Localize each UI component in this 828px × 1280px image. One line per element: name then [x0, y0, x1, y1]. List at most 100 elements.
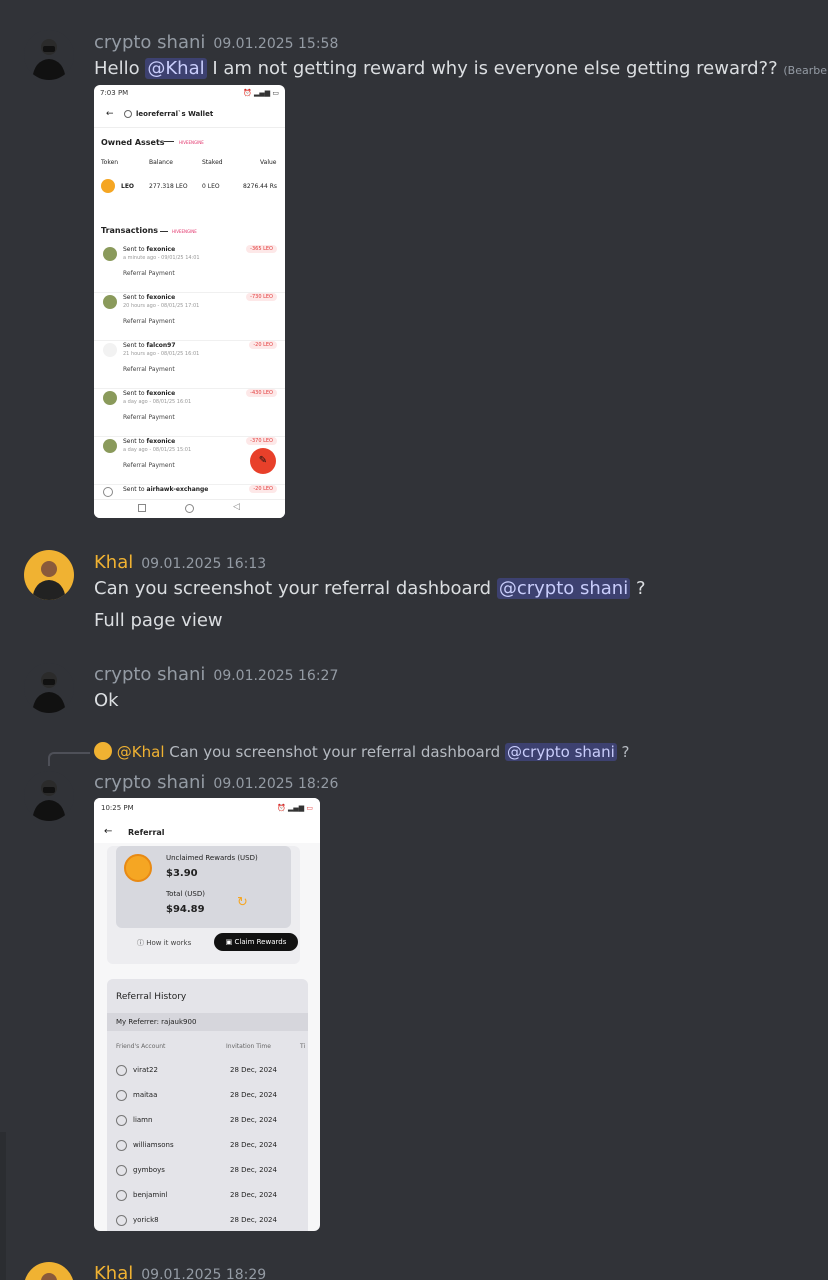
user-mention[interactable]: @crypto shani [504, 743, 617, 761]
asset-balance: 277.318 LEO [149, 183, 188, 190]
user-avatar [103, 247, 117, 261]
text-after: ? [630, 578, 646, 599]
avatar-khal[interactable] [24, 550, 74, 600]
message-text: Can you screenshot your referral dashboa… [94, 577, 646, 601]
author-name[interactable]: crypto shani 09.01.2025 15:58 [94, 32, 338, 55]
refresh-icon[interactable]: ↻ [237, 895, 248, 910]
tx-memo: Referral Payment [123, 270, 175, 277]
author-label[interactable]: Khal [94, 552, 133, 573]
status-time: 7:03 PM [100, 89, 129, 97]
tx-amount-badge: -430 LEO [246, 389, 277, 397]
author-name[interactable]: crypto shani 09.01.2025 18:26 [94, 772, 338, 795]
unclaimed-label: Unclaimed Rewards (USD) [166, 854, 258, 862]
friend-name: liamn [133, 1116, 153, 1124]
reply-preview[interactable]: @Khal Can you screenshot your referral d… [94, 742, 630, 762]
tx-row[interactable]: Sent to fexonice a day ago - 08/01/25 16… [94, 389, 285, 437]
user-icon [116, 1090, 127, 1101]
tx-to: Sent to fexonice [123, 438, 176, 445]
tx-row[interactable]: Sent to fexonice 20 hours ago - 08/01/25… [94, 293, 285, 341]
wallet-title: leoreferral`s Wallet [136, 110, 214, 118]
tx-row[interactable]: Sent to airhawk-exchange -20 LEO [94, 485, 285, 499]
invite-date: 28 Dec, 2024 [230, 1191, 277, 1199]
how-it-works-button[interactable]: ⓘ How it works [137, 938, 191, 948]
friend-name: gymboys [133, 1166, 165, 1174]
timestamp: 09.01.2025 18:26 [213, 776, 339, 792]
android-nav-bar: ◁ [94, 499, 285, 518]
referral-row[interactable]: liamn 28 Dec, 2024 [107, 1113, 308, 1131]
friend-name: maitaa [133, 1091, 158, 1099]
timestamp: 09.01.2025 16:27 [213, 668, 339, 684]
col-balance: Balance [149, 159, 173, 166]
author-name[interactable]: Khal 09.01.2025 16:13 [94, 552, 266, 575]
user-icon [116, 1140, 127, 1151]
status-time: 10:25 PM [101, 804, 134, 812]
user-avatar [103, 487, 113, 497]
profile-icon [124, 110, 132, 118]
user-mention[interactable]: @Khal [145, 58, 207, 79]
user-avatar [103, 391, 117, 405]
user-icon [116, 1115, 127, 1126]
unclaimed-value: $3.90 [166, 868, 198, 879]
tx-to: Sent to airhawk-exchange [123, 486, 209, 493]
tx-row[interactable]: Sent to falcon97 21 hours ago - 08/01/25… [94, 341, 285, 389]
tx-memo: Referral Payment [123, 462, 175, 469]
tx-memo: Referral Payment [123, 366, 175, 373]
recents-icon[interactable] [138, 504, 146, 512]
user-icon [116, 1190, 127, 1201]
reply-author[interactable]: @Khal [117, 743, 165, 761]
hive-engine-logo: HIVEENGINE [172, 229, 197, 234]
message-text: Full page view [94, 610, 223, 631]
claim-rewards-button[interactable]: ▣ Claim Rewards [214, 933, 298, 951]
referral-row[interactable]: benjaminl 28 Dec, 2024 [107, 1188, 308, 1206]
author-name[interactable]: crypto shani 09.01.2025 16:27 [94, 664, 338, 687]
text-before: Can you screenshot your referral dashboa… [94, 578, 497, 599]
avatar-crypto-shani[interactable] [24, 30, 74, 80]
invite-date: 28 Dec, 2024 [230, 1091, 277, 1099]
tx-to: Sent to fexonice [123, 294, 176, 301]
referral-row[interactable]: virat22 28 Dec, 2024 [107, 1063, 308, 1081]
asset-staked: 0 LEO [202, 183, 220, 190]
col-value: Value [260, 159, 277, 166]
user-icon [116, 1165, 127, 1176]
author-label[interactable]: crypto shani [94, 772, 205, 793]
author-label[interactable]: crypto shani [94, 664, 205, 685]
friend-name: benjaminl [133, 1191, 168, 1199]
reply-avatar [94, 742, 112, 760]
message-text: Hello @Khal I am not getting reward why … [94, 57, 828, 83]
avatar-crypto-shani[interactable] [24, 771, 74, 821]
referral-row[interactable]: williamsons 28 Dec, 2024 [107, 1138, 308, 1156]
hive-engine-logo: HIVEENGINE [179, 140, 204, 145]
tx-row[interactable]: Sent to fexonice a minute ago - 09/01/25… [94, 245, 285, 293]
help-icon: ⓘ [137, 939, 144, 947]
avatar-khal[interactable] [24, 1262, 74, 1280]
tx-when: 20 hours ago - 08/01/25 17:01 [123, 303, 200, 309]
author-label[interactable]: crypto shani [94, 32, 205, 53]
tx-memo: Referral Payment [123, 414, 175, 421]
back-arrow-icon[interactable]: ← [104, 826, 112, 837]
dash [164, 141, 174, 142]
tx-to: Sent to falcon97 [123, 342, 176, 349]
author-name[interactable]: Khal 09.01.2025 18:29 [94, 1263, 266, 1280]
author-label[interactable]: Khal [94, 1263, 133, 1280]
tx-amount-badge: -730 LEO [246, 293, 277, 301]
tx-amount-badge: -20 LEO [249, 341, 277, 349]
pencil-icon: ✎ [258, 455, 268, 466]
back-icon[interactable]: ◁ [233, 502, 240, 512]
text-before: Hello [94, 58, 146, 79]
tx-when: a day ago - 08/01/25 15:01 [123, 447, 192, 453]
referral-row[interactable]: maitaa 28 Dec, 2024 [107, 1088, 308, 1106]
image-attachment-wallet[interactable]: 7:03 PM ⏰ ▂▄▆ ▭ ← leoreferral`s Wallet O… [94, 85, 285, 518]
referral-row[interactable]: gymboys 28 Dec, 2024 [107, 1163, 308, 1181]
fab-edit-button[interactable]: ✎ [250, 448, 276, 474]
home-icon[interactable] [185, 504, 194, 513]
back-arrow-icon[interactable]: ← [106, 109, 114, 119]
tx-to: Sent to fexonice [123, 246, 176, 253]
referral-history-card: Referral History My Referrer: rajauk900 … [107, 979, 308, 1231]
referral-row[interactable]: yorick8 28 Dec, 2024 [107, 1213, 308, 1231]
dash [160, 231, 168, 232]
friend-name: virat22 [133, 1066, 158, 1074]
image-attachment-referral[interactable]: 10:25 PM ⏰ ▂▄▆ ▭ ← Referral Unclaimed Re… [94, 798, 320, 1231]
total-label: Total (USD) [166, 890, 205, 898]
user-mention[interactable]: @crypto shani [496, 578, 631, 599]
avatar-crypto-shani[interactable] [24, 663, 74, 713]
